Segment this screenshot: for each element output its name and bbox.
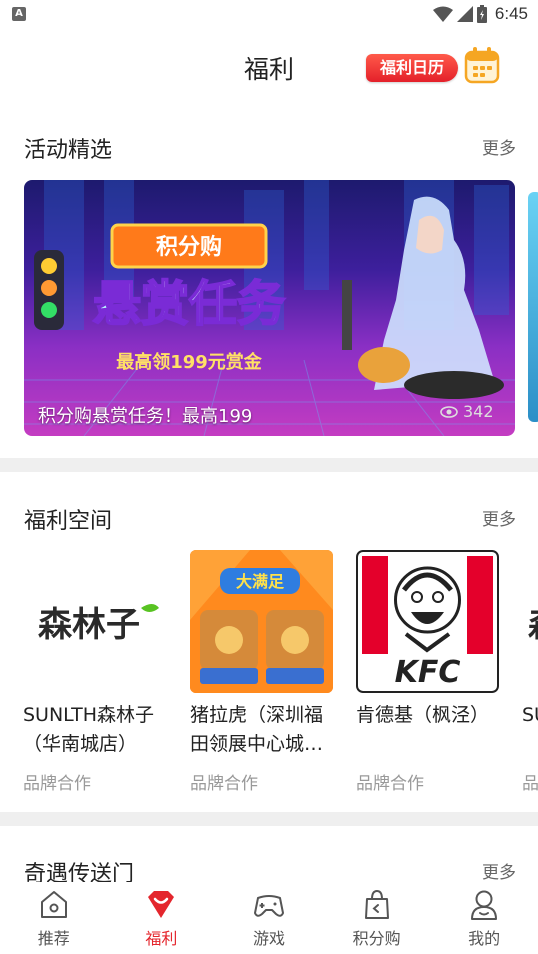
nav-item-points-shop[interactable]: 积分购 <box>323 882 431 954</box>
activity-section-title: 活动精选 <box>24 138 113 163</box>
nav-label: 我的 <box>468 929 501 948</box>
banner-headline: 悬赏任务 <box>93 276 285 332</box>
wifi-icon <box>432 6 453 22</box>
welfare-more-link[interactable]: 更多 <box>482 505 516 530</box>
card-title: SUNLTH森林子（华南城店） <box>23 704 155 755</box>
nav-item-welfare[interactable]: 福利 <box>108 882 216 954</box>
gift-heart-icon <box>148 891 175 918</box>
zhulahu-promo-text: 大满足 <box>236 572 285 591</box>
user-icon <box>471 890 498 920</box>
banner-views-value: 342 <box>463 402 494 421</box>
portal-more-link[interactable]: 更多 <box>482 858 516 883</box>
brand-logo: KFC <box>356 550 499 693</box>
card-tag: 品牌合作 <box>190 774 258 794</box>
brand-card-kfc[interactable]: KFC 肯德基（枫泾） 品牌合作 <box>356 550 499 794</box>
activity-banner[interactable]: 积分购 悬赏任务 最高领199元赏金 <box>24 180 515 436</box>
nav-item-games[interactable]: 游戏 <box>215 882 323 954</box>
gamepad-icon <box>253 895 284 917</box>
nav-label: 推荐 <box>37 929 70 948</box>
card-tag: 品 <box>522 774 538 794</box>
brand-card-zhulahu[interactable]: 大满足 猪拉虎（深圳福田领展中心城… 品牌合作 <box>190 550 333 794</box>
shopping-bag-icon <box>364 889 389 919</box>
cell-signal-icon <box>456 6 473 22</box>
calendar-icon[interactable] <box>464 46 500 84</box>
banner-tag-text: 积分购 <box>156 234 222 260</box>
eye-icon <box>440 405 458 418</box>
next-banner-peek[interactable] <box>528 192 538 422</box>
banner-subline: 最高领199元赏金 <box>116 351 263 373</box>
bottom-navigation: 推荐 福利 游戏 积分购 我的 <box>0 882 538 954</box>
nav-label: 积分购 <box>352 929 401 948</box>
card-title: 猪拉虎（深圳福田领展中心城… <box>190 704 324 755</box>
nav-label: 游戏 <box>252 929 285 948</box>
battery-icon <box>476 5 487 23</box>
welfare-section-title: 福利空间 <box>24 509 113 534</box>
notification-icon: A <box>12 7 26 21</box>
sunlth-logo-text: 森林子 <box>38 605 140 645</box>
brand-image: 大满足 <box>190 550 333 693</box>
brand-card-partial[interactable]: 森 SU( 品 <box>522 550 538 794</box>
section-divider <box>0 812 538 826</box>
brand-logo: 森 <box>522 550 538 693</box>
card-tag: 品牌合作 <box>356 774 424 794</box>
banner-caption: 积分购悬赏任务！最高199 <box>38 406 253 427</box>
welfare-calendar-button[interactable]: 福利日历 <box>366 54 458 82</box>
banner-artwork: 积分购 悬赏任务 最高领199元赏金 <box>24 180 515 436</box>
card-tag: 品牌合作 <box>23 774 91 794</box>
nav-item-recommend[interactable]: 推荐 <box>0 882 108 954</box>
section-divider <box>0 458 538 472</box>
card-title: 肯德基（枫泾） <box>356 704 490 726</box>
clock: 6:45 <box>494 4 528 23</box>
status-bar: A 6:45 <box>0 0 538 28</box>
svg-text:森: 森 <box>528 605 538 645</box>
nav-item-profile[interactable]: 我的 <box>430 882 538 954</box>
header: 福利 福利日历 <box>0 28 538 104</box>
brand-card-sunlth[interactable]: 森林子 SUNLTH森林子（华南城店） 品牌合作 <box>23 550 166 794</box>
brand-logo: 森林子 <box>23 550 166 693</box>
banner-view-count: 342 <box>440 402 494 421</box>
activity-more-link[interactable]: 更多 <box>482 134 516 159</box>
home-icon <box>40 891 67 918</box>
kfc-logo-text: KFC <box>395 655 461 690</box>
card-title: SU( <box>522 704 538 726</box>
nav-label: 福利 <box>145 929 178 948</box>
